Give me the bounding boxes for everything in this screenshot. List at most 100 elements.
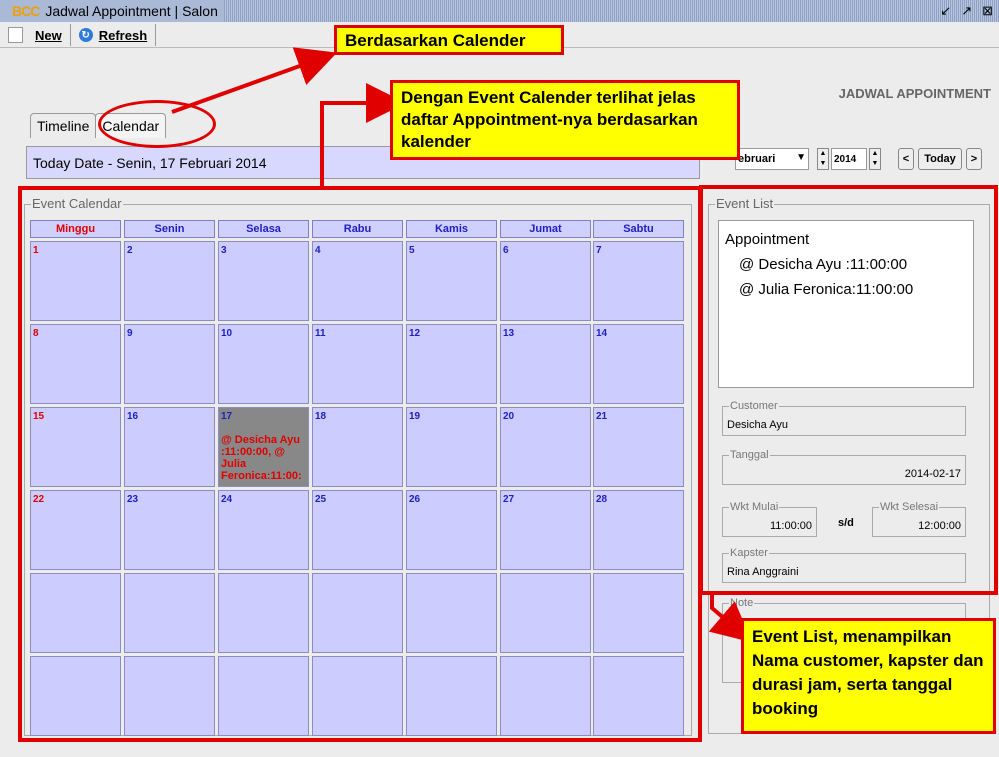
month-spinner[interactable]: ▲ ▼ xyxy=(817,148,829,170)
kapster-label: Kapster xyxy=(729,547,769,559)
calendar-day-cell[interactable] xyxy=(500,656,591,736)
maximize-icon[interactable]: ↗ xyxy=(961,3,972,19)
calendar-day-cell[interactable] xyxy=(593,656,684,736)
calendar-day-cell[interactable]: 16 xyxy=(124,407,215,487)
calendar-day-cell[interactable] xyxy=(500,573,591,653)
calendar-day-cell[interactable]: 4 xyxy=(312,241,403,321)
calendar-day-cell[interactable]: 17 @ Desicha Ayu :11:00:00, @ Julia Feron… xyxy=(218,407,309,487)
app-logo: BCC xyxy=(12,3,40,19)
day-number: 22 xyxy=(33,494,45,505)
calendar-day-cell[interactable] xyxy=(30,573,121,653)
year-spinner[interactable]: ▲ ▼ xyxy=(869,148,881,170)
annotation-event-calendar: Dengan Event Calender terlihat jelas daf… xyxy=(390,80,740,160)
day-number: 17 xyxy=(221,411,233,422)
calendar-day-cell[interactable]: 8 xyxy=(30,324,121,404)
day-number: 13 xyxy=(503,328,515,339)
day-number: 23 xyxy=(127,494,139,505)
event-calendar-legend: Event Calendar xyxy=(31,196,123,211)
day-number: 5 xyxy=(409,245,415,256)
day-number: 11 xyxy=(315,328,326,339)
calendar-day-cell[interactable] xyxy=(312,656,403,736)
calendar-day-cell[interactable]: 27 xyxy=(500,490,591,570)
calendar-day-cell[interactable]: 7 xyxy=(593,241,684,321)
calendar-day-cell[interactable]: 9 xyxy=(124,324,215,404)
note-label: Note xyxy=(729,597,755,609)
calendar-day-cell[interactable]: 24 xyxy=(218,490,309,570)
calendar-day-cell[interactable]: 25 xyxy=(312,490,403,570)
customer-label: Customer xyxy=(729,400,779,412)
calendar-day-cell[interactable]: 21 xyxy=(593,407,684,487)
event-list-box[interactable]: Appointment @ Desicha Ayu :11:00:00 @ Ju… xyxy=(718,220,974,388)
calendar-day-cell[interactable]: 19 xyxy=(406,407,497,487)
tab-calendar[interactable]: Calendar xyxy=(95,113,167,138)
annotation-event-list: Event List, menampilkan Nama customer, k… xyxy=(741,618,996,734)
calendar-day-cell[interactable] xyxy=(124,656,215,736)
day-number: 19 xyxy=(409,411,421,422)
day-number: 8 xyxy=(33,328,39,339)
year-field[interactable]: 2014 xyxy=(831,148,867,170)
tab-timeline[interactable]: Timeline xyxy=(30,113,97,138)
start-time-field: Wkt Mulai 11:00:00 xyxy=(722,501,817,537)
calendar-day-cell[interactable] xyxy=(218,573,309,653)
end-time-value: 12:00:00 xyxy=(918,520,961,532)
refresh-icon: ↻ xyxy=(78,28,93,42)
year-value: 2014 xyxy=(834,153,857,165)
calendar-day-cell[interactable]: 20 xyxy=(500,407,591,487)
calendar-day-cell[interactable] xyxy=(30,656,121,736)
calendar-day-cell[interactable]: 28 xyxy=(593,490,684,570)
day-number: 7 xyxy=(596,245,602,256)
today-button[interactable]: Today xyxy=(918,148,962,170)
day-number: 14 xyxy=(596,328,608,339)
calendar-day-cell[interactable] xyxy=(406,573,497,653)
calendar-day-cell[interactable]: 2 xyxy=(124,241,215,321)
calendar-day-cell[interactable]: 10 xyxy=(218,324,309,404)
tanggal-label: Tanggal xyxy=(729,449,770,461)
calendar-day-cell[interactable]: 14 xyxy=(593,324,684,404)
title-area: BCC Jadwal Appointment | Salon xyxy=(0,0,224,22)
new-icon xyxy=(8,27,23,43)
calendar-day-cell[interactable]: 6 xyxy=(500,241,591,321)
window-title: Jadwal Appointment | Salon xyxy=(45,3,218,19)
minimize-icon[interactable]: ↙ xyxy=(940,3,951,19)
tanggal-value: 2014-02-17 xyxy=(904,468,961,480)
calendar-day-cell[interactable] xyxy=(406,656,497,736)
calendar-day-cell[interactable]: 11 xyxy=(312,324,403,404)
close-icon[interactable]: ⊠ xyxy=(982,3,993,19)
calendar-day-cell[interactable] xyxy=(593,573,684,653)
day-number: 1 xyxy=(33,245,39,256)
day-number: 2 xyxy=(127,245,133,256)
calendar-day-cell[interactable] xyxy=(124,573,215,653)
day-event-text: @ Desicha Ayu :11:00:00, @ Julia Feronic… xyxy=(221,434,302,482)
new-label: New xyxy=(35,27,62,43)
calendar-day-cell[interactable] xyxy=(312,573,403,653)
refresh-button[interactable]: ↻ Refresh xyxy=(71,24,157,46)
calendar-day-cell[interactable]: 1 xyxy=(30,241,121,321)
event-list-heading: Appointment xyxy=(725,231,810,248)
calendar-day-cell[interactable]: 3 xyxy=(218,241,309,321)
calendar-day-cell[interactable]: 15 xyxy=(30,407,121,487)
event-list-item[interactable]: @ Desicha Ayu :11:00:00 xyxy=(725,252,967,277)
calendar-day-cell[interactable] xyxy=(218,656,309,736)
chevron-down-icon: ▼ xyxy=(796,152,806,163)
calendar-day-cell[interactable]: 18 xyxy=(312,407,403,487)
day-header-selasa: Selasa xyxy=(218,220,309,238)
event-list-item[interactable]: @ Julia Feronica:11:00:00 xyxy=(725,277,967,302)
day-header-minggu: Minggu xyxy=(30,220,121,238)
month-select[interactable]: ebruari ▼ xyxy=(735,148,809,170)
new-button[interactable]: New xyxy=(0,24,71,46)
day-number: 26 xyxy=(409,494,421,505)
day-number: 3 xyxy=(221,245,227,256)
day-number: 25 xyxy=(315,494,327,505)
calendar-day-cell[interactable]: 13 xyxy=(500,324,591,404)
next-month-button[interactable]: > xyxy=(966,148,982,170)
calendar-day-cell[interactable]: 23 xyxy=(124,490,215,570)
day-number: 15 xyxy=(33,411,45,422)
calendar-day-cell[interactable]: 26 xyxy=(406,490,497,570)
calendar-day-cell[interactable]: 22 xyxy=(30,490,121,570)
calendar-day-cell[interactable]: 12 xyxy=(406,324,497,404)
window-controls: ↙ ↗ ⊠ xyxy=(940,3,993,19)
start-time-value: 11:00:00 xyxy=(769,520,812,532)
prev-month-button[interactable]: < xyxy=(898,148,914,170)
app-window: BCC Jadwal Appointment | Salon ↙ ↗ ⊠ New… xyxy=(0,0,999,757)
calendar-day-cell[interactable]: 5 xyxy=(406,241,497,321)
